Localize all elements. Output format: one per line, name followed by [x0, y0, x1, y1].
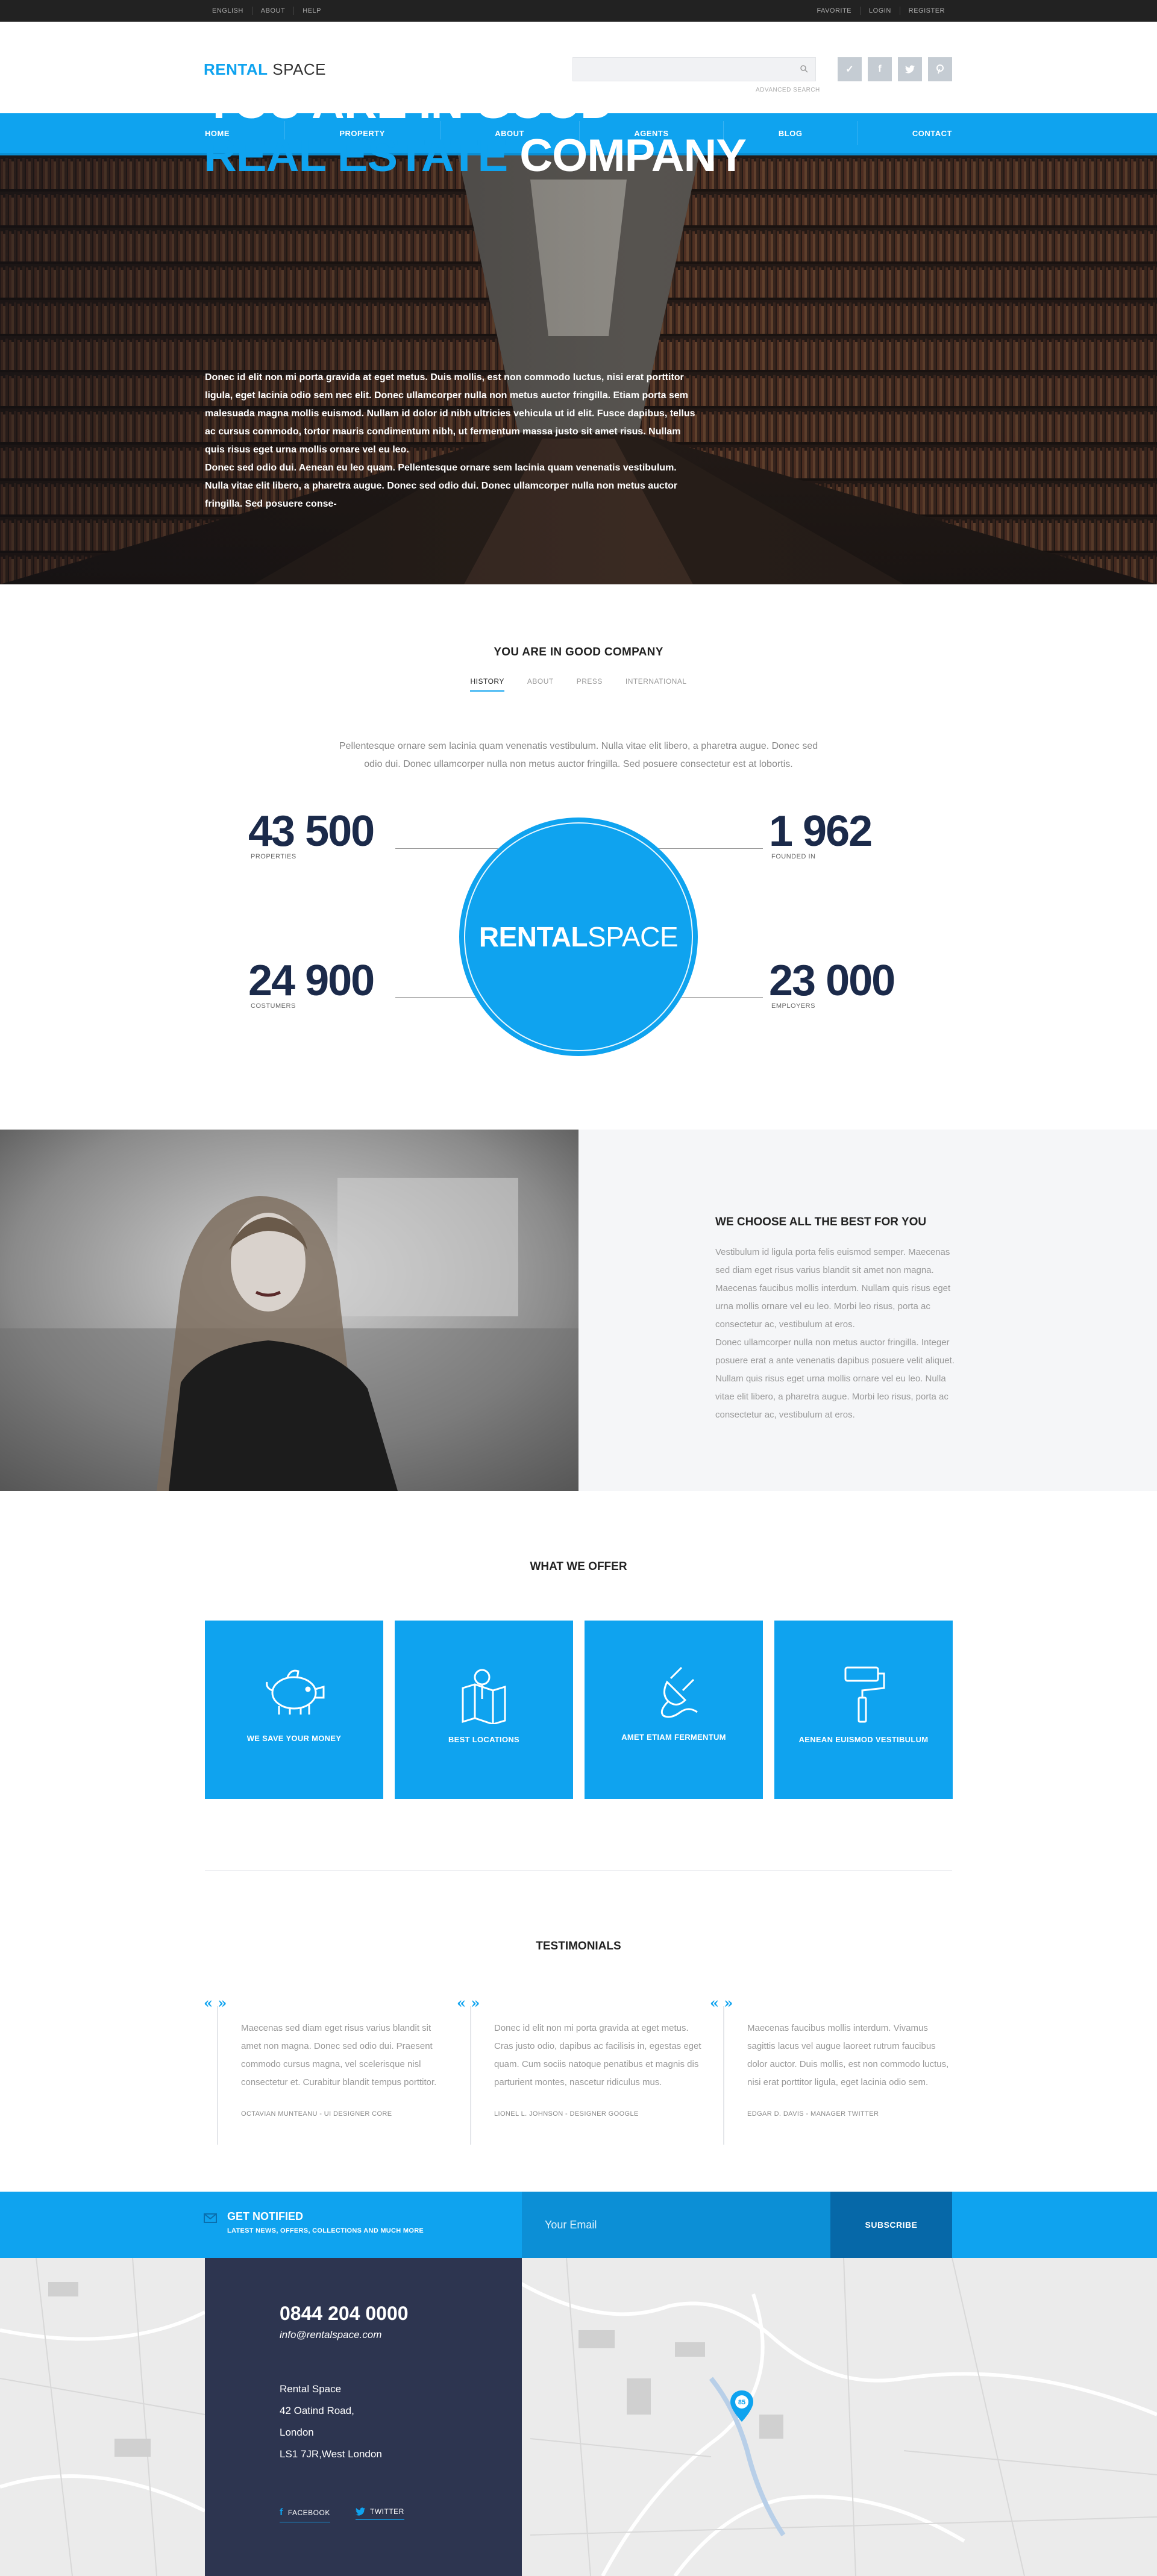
feature-title: WE CHOOSE ALL THE BEST FOR YOU [715, 1216, 927, 1228]
twitter-label: TWITTER [370, 2507, 404, 2516]
topbar-register-link[interactable]: REGISTER [900, 7, 953, 15]
feature-paragraph-2: Donec ullamcorper nulla non metus auctor… [715, 1337, 955, 1420]
about-section-title: YOU ARE IN GOOD COMPANY [494, 646, 663, 658]
stat-employers-label: EMPLOYERS [771, 1002, 815, 1010]
topbar-help-link[interactable]: HELP [294, 7, 330, 15]
footer-facebook-link[interactable]: f FACEBOOK [280, 2507, 330, 2522]
stat-employers-value: 23 000 [769, 957, 895, 1005]
circle-ring [464, 822, 693, 1051]
stat-properties-label: PROPERTIES [251, 853, 296, 860]
hero-title-line1: YOU ARE IN GOOD [204, 77, 613, 128]
testimonial-bar [217, 2006, 218, 2145]
stat-properties-value: 43 500 [248, 807, 375, 855]
testimonial-author: LIONEL L. JOHNSON - DESIGNER GOOGLE [494, 2110, 639, 2118]
map-marker-label: 85 [738, 2399, 745, 2406]
facebook-icon[interactable]: f [868, 57, 892, 81]
stat-connector-line [395, 848, 498, 849]
nav-separator [857, 121, 858, 145]
stat-connector-line [395, 997, 480, 998]
email-field[interactable] [522, 2192, 830, 2258]
map-pin-icon [462, 1669, 506, 1724]
quote-icon: « » [204, 1994, 227, 2012]
paint-roller-icon [844, 1666, 885, 1723]
newsletter-title: GET NOTIFIED [227, 2210, 303, 2222]
address-line: LS1 7JR,West London [280, 2448, 382, 2460]
testimonial-author: OCTAVIAN MUNTEANU - UI DESIGNER CORE [241, 2110, 392, 2118]
stat-founded-value: 1 962 [769, 807, 873, 855]
offer-section-title: WHAT WE OFFER [530, 1560, 627, 1573]
tab-international[interactable]: INTERNATIONAL [626, 677, 687, 692]
topbar-login-link[interactable]: LOGIN [861, 7, 900, 15]
offer-card-label: WE SAVE YOUR MONEY [246, 1734, 342, 1743]
piggy-bank-icon [266, 1669, 325, 1715]
stat-founded-label: FOUNDED IN [771, 853, 816, 860]
offer-card-aenean-euismod[interactable]: AENEAN EUISMOD VESTIBULUM [774, 1621, 953, 1799]
address-line: 42 Oatind Road, [280, 2405, 354, 2416]
quote-icon: « » [457, 1994, 480, 2012]
topbar-english-link[interactable]: ENGLISH [204, 7, 252, 15]
location-map[interactable] [0, 2258, 1157, 2576]
testimonial-text: Donec id elit non mi porta gravida at eg… [494, 2023, 701, 2087]
tab-about[interactable]: ABOUT [527, 677, 554, 692]
hero-title-line2: REAL ESTATE COMPANY [204, 130, 747, 182]
section-divider [205, 1870, 952, 1871]
nav-contact[interactable]: CONTACT [911, 129, 953, 138]
hero-title-rest: COMPANY [507, 130, 747, 181]
rentalspace-circle-logo: RENTALSPACE [459, 818, 698, 1056]
hero-paragraph-2: Donec sed odio dui. Aenean eu leo quam. … [205, 463, 678, 509]
plug-icon [660, 1666, 698, 1718]
search-icon[interactable] [800, 64, 808, 73]
testimonial-text: Maecenas faucibus mollis interdum. Vivam… [747, 2023, 949, 2087]
mail-icon [204, 2213, 217, 2223]
advanced-search-link[interactable]: ADVANCED SEARCH [756, 87, 820, 93]
subscribe-button[interactable]: SUBSCRIBE [830, 2192, 952, 2258]
hero-title-accent: REAL ESTATE [204, 130, 508, 181]
top-bar: ENGLISH ABOUT HELP FAVORITE LOGIN REGIST… [0, 0, 1157, 22]
map-marker-icon[interactable]: 85 [729, 2389, 754, 2423]
offer-card-label: AENEAN EUISMOD VESTIBULUM [798, 1735, 929, 1744]
pinterest-icon[interactable] [928, 57, 952, 81]
quote-icon: « » [710, 1994, 733, 2012]
nav-blog[interactable]: BLOG [777, 129, 804, 138]
testimonial-text: Maecenas sed diam eget risus varius blan… [241, 2023, 437, 2087]
offer-card-amet-etiam[interactable]: AMET ETIAM FERMENTUM [585, 1621, 763, 1799]
facebook-label: FACEBOOK [287, 2509, 330, 2517]
logo-bold: RENTAL [204, 60, 268, 78]
stat-costumers-label: COSTUMERS [251, 1002, 296, 1010]
testimonials-title: TESTIMONIALS [536, 1940, 621, 1952]
hero-paragraph-1: Donec id elit non mi porta gravida at eg… [205, 372, 695, 455]
about-text: Pellentesque ornare sem lacinia quam ven… [339, 741, 818, 769]
topbar-favorite-link[interactable]: FAVORITE [808, 7, 861, 15]
testimonial-bar [470, 2006, 471, 2145]
logo-rest: SPACE [268, 60, 326, 78]
stat-costumers-value: 24 900 [248, 957, 375, 1005]
tab-history[interactable]: HISTORY [470, 677, 504, 692]
twitter-icon [356, 2507, 365, 2516]
site-logo[interactable]: RENTAL SPACE [204, 60, 326, 79]
contact-email[interactable]: info@rentalspace.com [280, 2329, 381, 2341]
woman-portrait-image [0, 1130, 578, 1491]
offer-card-best-locations[interactable]: BEST LOCATIONS [395, 1621, 573, 1799]
offer-card-label: AMET ETIAM FERMENTUM [621, 1733, 726, 1742]
phone-number[interactable]: 0844 204 0000 [280, 2302, 409, 2325]
footer-twitter-link[interactable]: TWITTER [356, 2507, 404, 2520]
address-line: Rental Space [280, 2383, 342, 2395]
twitter-icon[interactable] [898, 57, 922, 81]
testimonial-bar [723, 2006, 724, 2145]
topbar-about-link[interactable]: ABOUT [252, 7, 295, 15]
stat-connector-line [658, 848, 763, 849]
check-icon[interactable]: ✓ [838, 57, 862, 81]
newsletter-subtitle: LATEST NEWS, OFFERS, COLLECTIONS AND MUC… [227, 2227, 424, 2234]
about-tabs: HISTORY ABOUT PRESS INTERNATIONAL [0, 677, 1157, 692]
offer-card-label: BEST LOCATIONS [448, 1735, 520, 1744]
address-line: London [280, 2427, 314, 2438]
testimonial-author: EDGAR D. DAVIS - MANAGER TWITTER [747, 2110, 879, 2118]
offer-card-save-money[interactable]: WE SAVE YOUR MONEY [205, 1621, 383, 1799]
tab-press[interactable]: PRESS [577, 677, 603, 692]
stat-connector-line [679, 997, 763, 998]
facebook-icon: f [280, 2507, 283, 2518]
feature-paragraph-1: Vestibulum id ligula porta felis euismod… [715, 1247, 951, 1330]
